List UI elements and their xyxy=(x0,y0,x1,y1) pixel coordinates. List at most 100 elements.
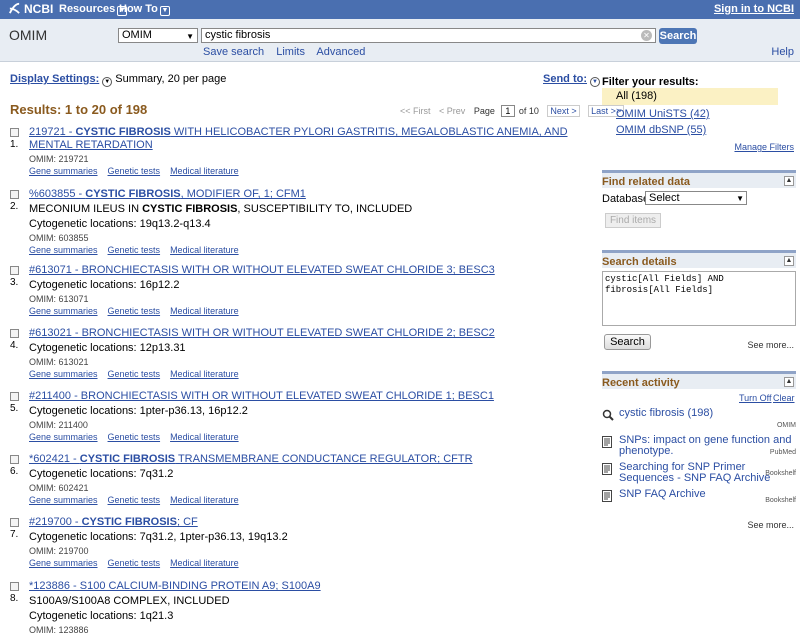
limits-link[interactable]: Limits xyxy=(276,46,305,58)
find-items-button[interactable]: Find items xyxy=(605,213,661,228)
chevron-down-icon: ▼ xyxy=(590,77,600,87)
results-count-title: Results: 1 to 20 of 198 xyxy=(10,102,148,117)
search-details-button[interactable]: Search xyxy=(604,334,651,350)
resources-menu[interactable]: Resources ▼ xyxy=(59,3,128,16)
gene-summaries-link[interactable]: Gene summaries xyxy=(29,245,98,255)
result-checkbox[interactable] xyxy=(10,266,19,275)
result-checkbox[interactable] xyxy=(10,128,19,137)
database-select-value: OMIM xyxy=(122,29,152,41)
send-to-menu[interactable]: Send to: ▼ xyxy=(543,73,603,87)
related-database-value: Select xyxy=(649,192,680,204)
turn-off-link[interactable]: Turn Off xyxy=(739,393,772,403)
sign-in-link[interactable]: Sign in to NCBI xyxy=(714,3,794,15)
medical-literature-link[interactable]: Medical literature xyxy=(170,306,239,316)
result-body: #219700 - CYSTIC FIBROSIS; CF Cytogenetic… xyxy=(29,516,579,569)
medical-literature-link[interactable]: Medical literature xyxy=(170,558,239,568)
collapse-icon[interactable]: ▲ xyxy=(784,176,794,186)
result-title-link[interactable]: #613021 - BRONCHIECTASIS WITH OR WITHOUT… xyxy=(29,327,579,340)
gene-summaries-link[interactable]: Gene summaries xyxy=(29,495,98,505)
filter-omim-unists[interactable]: OMIM UniSTS (42) xyxy=(616,108,710,120)
recent-activity-see-more[interactable]: See more... xyxy=(747,520,794,530)
gene-summaries-link[interactable]: Gene summaries xyxy=(29,558,98,568)
result-checkbox[interactable] xyxy=(10,518,19,527)
result-title-link[interactable]: 219721 - CYSTIC FIBROSIS WITH HELICOBACT… xyxy=(29,126,579,152)
save-search-link[interactable]: Save search xyxy=(203,46,264,58)
result-title-part: *602421 - xyxy=(29,453,80,465)
collapse-icon[interactable]: ▲ xyxy=(784,377,794,387)
result-checkbox[interactable] xyxy=(10,329,19,338)
genetic-tests-link[interactable]: Genetic tests xyxy=(108,306,161,316)
result-detail-line: Cytogenetic locations: 19q13.2-q13.4 xyxy=(29,218,579,231)
medical-literature-link[interactable]: Medical literature xyxy=(170,369,239,379)
result-title-link[interactable]: *602421 - CYSTIC FIBROSIS TRANSMEMBRANE … xyxy=(29,453,579,466)
result-title-part: #613071 - BRONCHIECTASIS WITH OR WITHOUT… xyxy=(29,264,495,276)
result-title-link[interactable]: #613071 - BRONCHIECTASIS WITH OR WITHOUT… xyxy=(29,264,579,277)
search-details-see-more[interactable]: See more... xyxy=(747,340,794,350)
gene-summaries-link[interactable]: Gene summaries xyxy=(29,306,98,316)
medical-literature-link[interactable]: Medical literature xyxy=(170,245,239,255)
result-title-link[interactable]: #211400 - BRONCHIECTASIS WITH OR WITHOUT… xyxy=(29,390,579,403)
page-number-input[interactable]: 1 xyxy=(500,105,515,117)
genetic-tests-link[interactable]: Genetic tests xyxy=(108,245,161,255)
genetic-tests-link[interactable]: Genetic tests xyxy=(108,432,161,442)
search-details-textarea[interactable]: cystic[All Fields] AND fibrosis[All Fiel… xyxy=(602,271,796,326)
result-checkbox[interactable] xyxy=(10,190,19,199)
medical-literature-link[interactable]: Medical literature xyxy=(170,495,239,505)
database-select[interactable]: OMIM ▼ xyxy=(118,28,198,43)
result-detail-line: Cytogenetic locations: 7q31.2 xyxy=(29,468,579,481)
medical-literature-link[interactable]: Medical literature xyxy=(170,432,239,442)
dropdown-arrow-icon: ▼ xyxy=(736,194,744,203)
search-button[interactable]: Search xyxy=(659,28,697,44)
gene-summaries-link[interactable]: Gene summaries xyxy=(29,432,98,442)
database-name: OMIM xyxy=(9,27,48,43)
result-links: Gene summaries Genetic tests Medical liter… xyxy=(29,244,579,256)
result-number: 1. xyxy=(10,139,19,150)
result-detail-text: MECONIUM ILEUS IN xyxy=(29,203,143,215)
filter-omim-dbsnp[interactable]: OMIM dbSNP (55) xyxy=(616,124,706,136)
help-link[interactable]: Help xyxy=(771,46,794,58)
result-links: Gene summaries Genetic tests Medical liter… xyxy=(29,305,579,317)
search-details-title: Search details xyxy=(602,256,677,268)
recent-activity-text[interactable]: cystic fibrosis (198) xyxy=(619,408,796,419)
genetic-tests-link[interactable]: Genetic tests xyxy=(108,495,161,505)
display-settings-row: Display Settings: ▼ Summary, 20 per page xyxy=(10,73,226,87)
manage-filters-link[interactable]: Manage Filters xyxy=(734,142,794,152)
search-input[interactable]: cystic fibrosis ✕ xyxy=(201,28,656,43)
related-database-select[interactable]: Select ▼ xyxy=(645,191,747,205)
collapse-icon[interactable]: ▲ xyxy=(784,256,794,266)
howto-menu-label: How To xyxy=(119,3,158,15)
result-number: 5. xyxy=(10,403,19,414)
clear-link[interactable]: Clear xyxy=(773,393,795,403)
chevron-down-icon[interactable]: ▼ xyxy=(102,77,113,87)
result-title-link[interactable]: *123886 - S100 CALCIUM-BINDING PROTEIN A… xyxy=(29,580,579,593)
result-title-part: ; CF xyxy=(176,516,198,528)
first-page-link: << First xyxy=(400,106,431,116)
ncbi-logo[interactable]: NCBI xyxy=(8,2,53,16)
next-page-link[interactable]: Next > xyxy=(547,105,580,117)
result-detail-text: Cytogenetic locations: 19q13.2-q13.4 xyxy=(29,218,211,230)
gene-summaries-link[interactable]: Gene summaries xyxy=(29,369,98,379)
genetic-tests-link[interactable]: Genetic tests xyxy=(108,369,161,379)
search-details-header: Search details ▲ xyxy=(602,250,796,268)
howto-menu[interactable]: How To ▼ xyxy=(119,3,170,16)
result-detail-text: Cytogenetic locations: 7q31.2, 1pter-p36… xyxy=(29,531,288,543)
display-settings-link[interactable]: Display Settings: xyxy=(10,73,99,85)
medical-literature-link[interactable]: Medical literature xyxy=(170,166,239,176)
result-omim-id: OMIM: 211400 xyxy=(29,420,88,430)
genetic-tests-link[interactable]: Genetic tests xyxy=(108,558,161,568)
genetic-tests-link[interactable]: Genetic tests xyxy=(108,166,161,176)
gene-summaries-link[interactable]: Gene summaries xyxy=(29,166,98,176)
clear-icon[interactable]: ✕ xyxy=(641,30,652,41)
result-checkbox[interactable] xyxy=(10,582,19,591)
result-title-link[interactable]: %603855 - CYSTIC FIBROSIS, MODIFIER OF, … xyxy=(29,188,579,201)
result-detail-highlight: CYSTIC FIBROSIS xyxy=(142,203,238,215)
filter-all[interactable]: All (198) xyxy=(602,88,778,105)
result-detail-text: Cytogenetic locations: 7q31.2 xyxy=(29,468,174,480)
find-related-data-title: Find related data xyxy=(602,176,691,188)
result-title-link[interactable]: #219700 - CYSTIC FIBROSIS; CF xyxy=(29,516,579,529)
result-number: 6. xyxy=(10,466,19,477)
result-checkbox[interactable] xyxy=(10,455,19,464)
advanced-link[interactable]: Advanced xyxy=(316,46,365,58)
result-checkbox[interactable] xyxy=(10,392,19,401)
recent-activity-header: Recent activity ▲ xyxy=(602,371,796,389)
